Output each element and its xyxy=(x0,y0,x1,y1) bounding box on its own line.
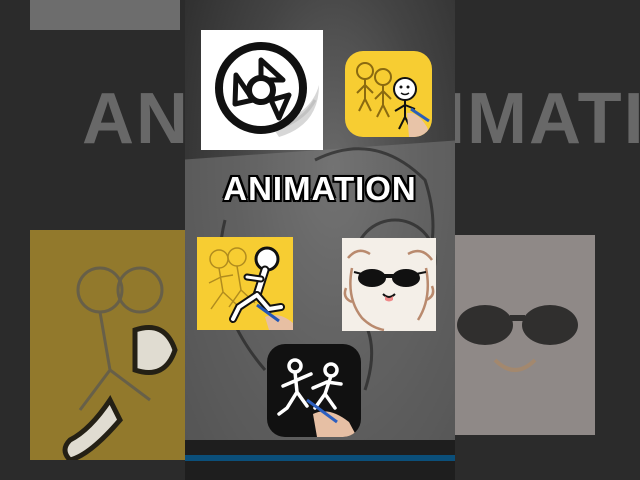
film-reel-swirl-icon xyxy=(215,42,319,137)
app-icon-running-figure[interactable] xyxy=(197,237,293,330)
stick-figures-drawing-icon xyxy=(356,62,431,137)
backdrop-left: ANIMATION xyxy=(0,0,185,480)
backdrop-title-left: ANIMATION xyxy=(82,79,185,159)
stick-fight-icon xyxy=(277,358,357,437)
page-title: ANIMATION xyxy=(223,170,417,207)
running-stickman-onion-skin-icon xyxy=(208,246,293,330)
app-icon-stick-fight[interactable] xyxy=(267,344,361,437)
app-icon-sunglasses-bunny[interactable] xyxy=(342,238,436,331)
backdrop-title-right: ANIMATION xyxy=(455,79,640,159)
app-icon-stick-figures[interactable] xyxy=(345,51,432,137)
sunglasses-bunny-icon xyxy=(343,249,435,331)
backdrop-sunglasses-icon xyxy=(457,305,578,372)
backdrop-right: ANIMATION xyxy=(455,0,640,480)
app-icon-film-reel[interactable] xyxy=(201,30,323,150)
backdrop-running-figure-icon xyxy=(62,266,178,460)
